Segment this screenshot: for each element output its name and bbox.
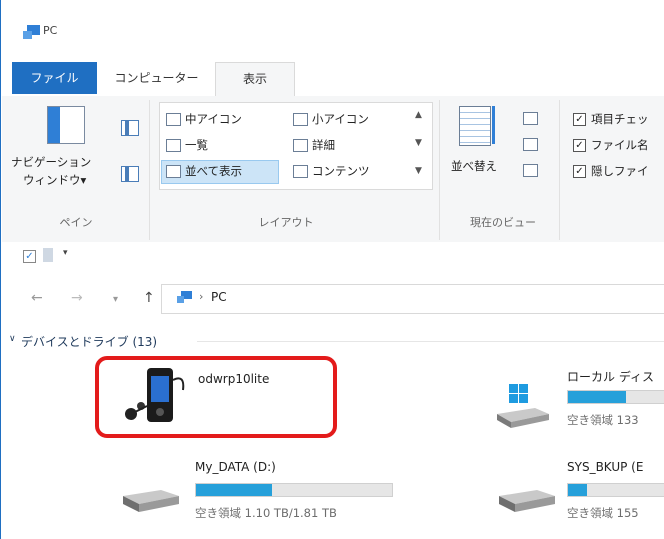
details-icon: [293, 139, 308, 152]
file-extension-label[interactable]: ファイル名: [591, 137, 649, 153]
drive-usage-fill: [568, 391, 626, 403]
group-by-icon[interactable]: [523, 112, 538, 125]
tab-computer[interactable]: コンピューター: [109, 62, 204, 94]
address-bar[interactable]: [161, 284, 664, 314]
file-extension-checkbox[interactable]: ✓: [573, 139, 586, 152]
forward-icon[interactable]: →: [71, 290, 83, 306]
item-checkbox-checkbox[interactable]: ✓: [573, 113, 586, 126]
layout-list[interactable]: 一覧: [185, 137, 208, 153]
address-location[interactable]: PC: [211, 290, 227, 304]
current-view-group-label: 現在のビュー: [470, 216, 536, 229]
devices-drives-header[interactable]: デバイスとドライブ (13): [21, 333, 157, 350]
layout-group-label: レイアウト: [258, 216, 314, 229]
drive-free-space: 空き領域 155: [567, 506, 639, 520]
sort-indicator: [492, 106, 495, 144]
navigation-pane-icon[interactable]: [47, 106, 85, 144]
layout-expand-icon[interactable]: ▼: [415, 166, 422, 176]
layout-content[interactable]: コンテンツ: [312, 163, 370, 179]
new-folder-icon[interactable]: [43, 248, 53, 262]
layout-scroll-up-icon[interactable]: ▲: [415, 110, 422, 120]
pc-icon: [23, 25, 40, 39]
item-checkbox-label[interactable]: 項目チェッ: [591, 111, 649, 127]
pane-group-label: ペイン: [59, 216, 93, 229]
layout-medium-icons[interactable]: 中アイコン: [185, 111, 242, 127]
explorer-window: PC ファイル コンピューター 表示 ナビゲーション ウィンドウ▾ ペイン 中ア…: [0, 0, 664, 539]
properties-icon[interactable]: ✓: [23, 250, 36, 263]
title-bar: [2, 0, 664, 58]
drive-usage-bar: [567, 390, 664, 404]
back-icon[interactable]: ←: [31, 290, 43, 306]
group-divider: [149, 100, 150, 240]
drive-icon[interactable]: [497, 484, 557, 514]
window-title: PC: [43, 24, 58, 37]
drive-name[interactable]: SYS_BKUP (E: [567, 460, 643, 474]
drive-free-space: 空き領域 1.10 TB/1.81 TB: [195, 506, 337, 520]
header-divider: [197, 341, 664, 342]
drive-usage-fill: [568, 484, 588, 496]
hidden-items-checkbox[interactable]: ✓: [573, 165, 586, 178]
up-icon[interactable]: ↑: [143, 290, 155, 306]
drive-name[interactable]: My_DATA (D:): [195, 460, 276, 474]
highlight-annotation: [95, 356, 337, 438]
content-icon: [293, 165, 308, 178]
group-divider: [439, 100, 440, 240]
drive-free-space: 空き領域 133: [567, 413, 639, 427]
drive-icon[interactable]: [121, 484, 181, 514]
drive-usage-bar: [195, 483, 393, 497]
quick-access-toolbar: [2, 242, 664, 272]
tab-bar: [2, 58, 664, 97]
layout-scroll-down-icon[interactable]: ▼: [415, 138, 422, 148]
list-icon: [166, 139, 181, 152]
size-columns-icon[interactable]: [523, 164, 538, 177]
layout-details[interactable]: 詳細: [312, 137, 335, 153]
tab-view[interactable]: 表示: [215, 62, 295, 97]
small-icons-icon: [293, 113, 308, 126]
layout-small-icons[interactable]: 小アイコン: [312, 111, 369, 127]
add-columns-icon[interactable]: [523, 138, 538, 151]
drive-name[interactable]: ローカル ディス: [567, 368, 654, 385]
tiles-icon: [166, 165, 181, 178]
nav-pane-label[interactable]: ナビゲーション: [11, 154, 91, 170]
windows-drive-icon[interactable]: [495, 384, 551, 430]
sort-icon[interactable]: [459, 106, 491, 146]
group-divider: [559, 100, 560, 240]
sort-button[interactable]: 並べ替え: [451, 158, 497, 174]
tab-file[interactable]: ファイル: [12, 62, 97, 94]
drive-usage-fill: [196, 484, 273, 496]
medium-icons-icon: [166, 113, 181, 126]
pc-location-icon: [177, 291, 192, 303]
drive-usage-bar: [567, 483, 664, 497]
nav-pane-dropdown-label[interactable]: ウィンドウ▾: [23, 172, 86, 188]
breadcrumb-separator-icon: ›: [199, 290, 204, 303]
qat-customize-icon[interactable]: ▾: [63, 248, 68, 258]
collapse-chevron-icon[interactable]: ∨: [9, 334, 16, 344]
details-pane-icon[interactable]: [121, 166, 139, 182]
hidden-items-label[interactable]: 隠しファイ: [591, 163, 649, 179]
preview-pane-icon[interactable]: [121, 120, 139, 136]
layout-tiles[interactable]: 並べて表示: [185, 163, 242, 179]
recent-locations-icon[interactable]: ▾: [113, 294, 118, 305]
